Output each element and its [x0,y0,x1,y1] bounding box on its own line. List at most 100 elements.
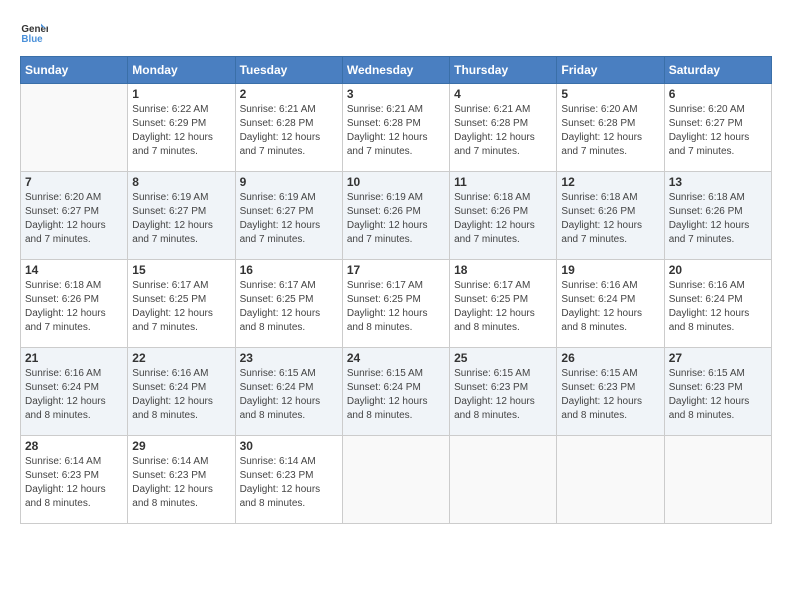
day-number: 28 [25,439,123,453]
day-info: Sunrise: 6:19 AM Sunset: 6:26 PM Dayligh… [347,191,445,247]
day-number: 7 [25,175,123,189]
calendar-cell [21,84,128,172]
day-info: Sunrise: 6:18 AM Sunset: 6:26 PM Dayligh… [454,191,552,247]
calendar-cell: 11Sunrise: 6:18 AM Sunset: 6:26 PM Dayli… [450,172,557,260]
day-number: 9 [240,175,338,189]
day-info: Sunrise: 6:15 AM Sunset: 6:24 PM Dayligh… [347,367,445,423]
calendar-cell: 4 Sunrise: 6:21 AM Sunset: 6:28 PM Daylig… [450,84,557,172]
day-number: 21 [25,351,123,365]
header-thursday: Thursday [450,57,557,84]
calendar-cell [342,436,449,524]
week-row-0: 1 Sunrise: 6:22 AM Sunset: 6:29 PM Daylig… [21,84,772,172]
day-number: 22 [132,351,230,365]
day-number: 13 [669,175,767,189]
calendar-cell: 24Sunrise: 6:15 AM Sunset: 6:24 PM Dayli… [342,348,449,436]
day-info: Sunrise: 6:16 AM Sunset: 6:24 PM Dayligh… [132,367,230,423]
page-container: General Blue SundayMondayTuesdayWednesda… [0,0,792,534]
day-info: Sunrise: 6:22 AM Sunset: 6:29 PM Dayligh… [132,103,230,159]
day-number: 1 [132,87,230,101]
week-row-1: 7 Sunrise: 6:20 AM Sunset: 6:27 PM Daylig… [21,172,772,260]
day-number: 14 [25,263,123,277]
calendar-cell: 23 Sunrise: 6:15 AM Sunset: 6:24 PM Dayli… [235,348,342,436]
day-info: Sunrise: 6:16 AM Sunset: 6:24 PM Dayligh… [561,279,659,335]
day-number: 19 [561,263,659,277]
day-number: 2 [240,87,338,101]
day-number: 26 [561,351,659,365]
day-number: 18 [454,263,552,277]
day-number: 29 [132,439,230,453]
logo: General Blue [20,18,52,46]
calendar-cell: 13 Sunrise: 6:18 AM Sunset: 6:26 PM Dayli… [664,172,771,260]
header-friday: Friday [557,57,664,84]
header: General Blue [20,18,772,46]
calendar-header-row: SundayMondayTuesdayWednesdayThursdayFrid… [21,57,772,84]
calendar-cell: 20 Sunrise: 6:16 AM Sunset: 6:24 PM Dayli… [664,260,771,348]
day-info: Sunrise: 6:18 AM Sunset: 6:26 PM Dayligh… [669,191,767,247]
logo-icon: General Blue [20,18,48,46]
day-number: 3 [347,87,445,101]
calendar-cell: 28 Sunrise: 6:14 AM Sunset: 6:23 PM Dayli… [21,436,128,524]
day-info: Sunrise: 6:18 AM Sunset: 6:26 PM Dayligh… [561,191,659,247]
day-info: Sunrise: 6:16 AM Sunset: 6:24 PM Dayligh… [25,367,123,423]
calendar-cell: 26 Sunrise: 6:15 AM Sunset: 6:23 PM Dayli… [557,348,664,436]
calendar-cell: 15 Sunrise: 6:17 AM Sunset: 6:25 PM Dayli… [128,260,235,348]
day-info: Sunrise: 6:15 AM Sunset: 6:24 PM Dayligh… [240,367,338,423]
calendar-cell: 25 Sunrise: 6:15 AM Sunset: 6:23 PM Dayli… [450,348,557,436]
day-info: Sunrise: 6:17 AM Sunset: 6:25 PM Dayligh… [454,279,552,335]
day-info: Sunrise: 6:20 AM Sunset: 6:28 PM Dayligh… [561,103,659,159]
calendar-cell: 3 Sunrise: 6:21 AM Sunset: 6:28 PM Daylig… [342,84,449,172]
day-info: Sunrise: 6:17 AM Sunset: 6:25 PM Dayligh… [132,279,230,335]
calendar-cell [557,436,664,524]
day-number: 15 [132,263,230,277]
header-wednesday: Wednesday [342,57,449,84]
day-number: 25 [454,351,552,365]
day-info: Sunrise: 6:21 AM Sunset: 6:28 PM Dayligh… [347,103,445,159]
day-info: Sunrise: 6:14 AM Sunset: 6:23 PM Dayligh… [240,455,338,511]
calendar-table: SundayMondayTuesdayWednesdayThursdayFrid… [20,56,772,524]
calendar-cell: 17 Sunrise: 6:17 AM Sunset: 6:25 PM Dayli… [342,260,449,348]
day-number: 4 [454,87,552,101]
day-info: Sunrise: 6:17 AM Sunset: 6:25 PM Dayligh… [347,279,445,335]
calendar-cell: 8Sunrise: 6:19 AM Sunset: 6:27 PM Daylig… [128,172,235,260]
day-info: Sunrise: 6:14 AM Sunset: 6:23 PM Dayligh… [25,455,123,511]
day-info: Sunrise: 6:14 AM Sunset: 6:23 PM Dayligh… [132,455,230,511]
header-sunday: Sunday [21,57,128,84]
calendar-cell: 18 Sunrise: 6:17 AM Sunset: 6:25 PM Dayli… [450,260,557,348]
day-number: 17 [347,263,445,277]
calendar-cell: 5Sunrise: 6:20 AM Sunset: 6:28 PM Daylig… [557,84,664,172]
calendar-cell: 1 Sunrise: 6:22 AM Sunset: 6:29 PM Daylig… [128,84,235,172]
day-number: 30 [240,439,338,453]
calendar-cell: 30 Sunrise: 6:14 AM Sunset: 6:23 PM Dayli… [235,436,342,524]
day-info: Sunrise: 6:16 AM Sunset: 6:24 PM Dayligh… [669,279,767,335]
day-number: 12 [561,175,659,189]
week-row-4: 28 Sunrise: 6:14 AM Sunset: 6:23 PM Dayli… [21,436,772,524]
day-number: 10 [347,175,445,189]
day-number: 27 [669,351,767,365]
day-info: Sunrise: 6:19 AM Sunset: 6:27 PM Dayligh… [240,191,338,247]
calendar-cell: 29 Sunrise: 6:14 AM Sunset: 6:23 PM Dayli… [128,436,235,524]
day-number: 16 [240,263,338,277]
day-info: Sunrise: 6:19 AM Sunset: 6:27 PM Dayligh… [132,191,230,247]
day-info: Sunrise: 6:15 AM Sunset: 6:23 PM Dayligh… [454,367,552,423]
calendar-cell: 12 Sunrise: 6:18 AM Sunset: 6:26 PM Dayli… [557,172,664,260]
header-saturday: Saturday [664,57,771,84]
day-number: 23 [240,351,338,365]
day-info: Sunrise: 6:18 AM Sunset: 6:26 PM Dayligh… [25,279,123,335]
day-info: Sunrise: 6:20 AM Sunset: 6:27 PM Dayligh… [25,191,123,247]
day-info: Sunrise: 6:21 AM Sunset: 6:28 PM Dayligh… [454,103,552,159]
calendar-cell: 10 Sunrise: 6:19 AM Sunset: 6:26 PM Dayli… [342,172,449,260]
day-info: Sunrise: 6:21 AM Sunset: 6:28 PM Dayligh… [240,103,338,159]
day-info: Sunrise: 6:17 AM Sunset: 6:25 PM Dayligh… [240,279,338,335]
calendar-cell [664,436,771,524]
calendar-cell: 22 Sunrise: 6:16 AM Sunset: 6:24 PM Dayli… [128,348,235,436]
day-number: 20 [669,263,767,277]
svg-text:Blue: Blue [21,34,43,45]
calendar-cell: 21 Sunrise: 6:16 AM Sunset: 6:24 PM Dayli… [21,348,128,436]
week-row-2: 14 Sunrise: 6:18 AM Sunset: 6:26 PM Dayli… [21,260,772,348]
day-info: Sunrise: 6:20 AM Sunset: 6:27 PM Dayligh… [669,103,767,159]
day-number: 6 [669,87,767,101]
day-info: Sunrise: 6:15 AM Sunset: 6:23 PM Dayligh… [561,367,659,423]
header-tuesday: Tuesday [235,57,342,84]
calendar-cell [450,436,557,524]
calendar-cell: 19 Sunrise: 6:16 AM Sunset: 6:24 PM Dayli… [557,260,664,348]
